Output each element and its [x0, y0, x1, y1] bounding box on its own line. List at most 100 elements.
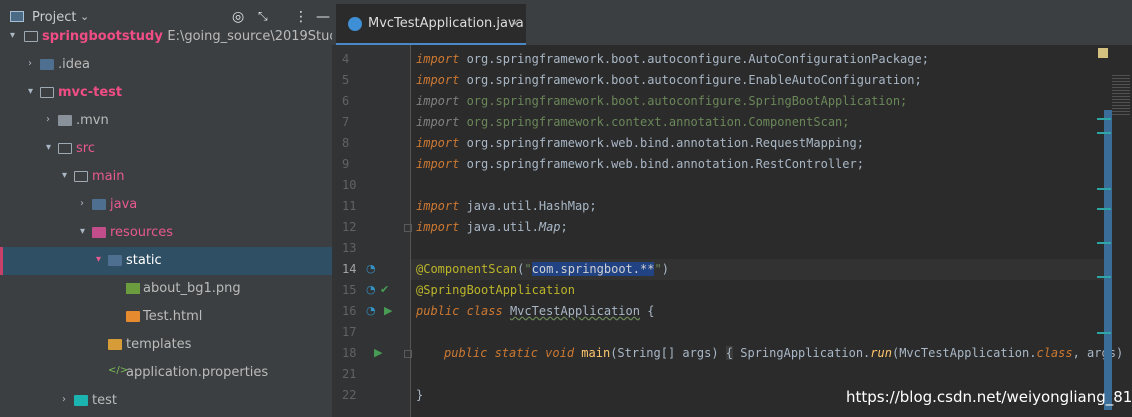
line-number: 8 [342, 136, 350, 150]
keyword: public static void [444, 346, 575, 360]
chevron-down-icon[interactable]: ⌄ [80, 10, 89, 23]
fold-marker-icon[interactable] [404, 224, 412, 232]
code-line-8[interactable]: import org.springframework.web.bind.anno… [416, 136, 864, 150]
project-name: springbootstudy [42, 29, 163, 44]
spring-class-icon [348, 17, 362, 31]
folder-icon [92, 199, 106, 210]
tree-row-src[interactable]: ▾ src [0, 135, 332, 163]
tree-row-about-bg1[interactable]: about_bg1.png [0, 275, 332, 303]
code-line-14[interactable]: @ComponentScan("com.springboot.**") [416, 262, 669, 276]
folder-outline-icon [24, 31, 38, 42]
line-number: 4 [342, 52, 350, 66]
code-line-5[interactable]: import org.springframework.boot.autoconf… [416, 73, 922, 87]
expand-arrow-icon[interactable]: ▾ [62, 170, 67, 181]
spring-bean-icon[interactable]: ◔ [366, 304, 376, 317]
error-stripe-mark[interactable] [1097, 332, 1111, 334]
line-number: 9 [342, 157, 350, 171]
line-number: 7 [342, 115, 350, 129]
expand-arrow-icon[interactable]: ▾ [28, 86, 33, 97]
tree-row-idea[interactable]: › .idea [0, 51, 332, 79]
tree-row-application-properties[interactable]: </> application.properties [0, 359, 332, 387]
expand-arrow-icon[interactable]: ▾ [46, 142, 51, 153]
line-number: 5 [342, 73, 350, 87]
line-number: 11 [342, 199, 357, 213]
code-text: ) [661, 262, 669, 276]
spring-bean-icon[interactable]: ◔ [366, 283, 376, 296]
tree-row-mvn[interactable]: › .mvn [0, 107, 332, 135]
error-stripe-mark[interactable] [1097, 208, 1111, 210]
close-icon[interactable]: × [510, 16, 520, 30]
line-number: 18 [342, 346, 357, 360]
code-line-9[interactable]: import org.springframework.web.bind.anno… [416, 157, 864, 171]
tree-row-label: springbootstudy E:\going_source\2019Stud… [42, 29, 382, 44]
tree-row-label: main [92, 169, 125, 184]
expand-arrow-icon[interactable]: ▾ [96, 254, 101, 265]
line-number: 17 [342, 325, 357, 339]
tree-row-test[interactable]: › test [0, 387, 332, 415]
code-line-4[interactable]: import org.springframework.boot.autoconf… [416, 52, 929, 66]
project-panel: Project ⌄ ◎ ⤡ ⋮ — ▾ springbootstudy E:\g… [0, 0, 382, 417]
code-line-21[interactable]: } [416, 388, 423, 402]
keyword: import [416, 199, 460, 213]
code-text: Map [538, 220, 561, 234]
tree-row-test-html[interactable]: Test.html [0, 303, 332, 331]
expand-arrow-icon[interactable]: › [62, 394, 66, 405]
code-text: org.springframework.boot.autoconfigure.S… [459, 94, 908, 108]
keyword: public class [416, 304, 503, 318]
code-line-15[interactable]: @SpringBootApplication [416, 283, 575, 297]
line-number: 16 [342, 304, 357, 318]
editor-tab-bar: MvcTestApplication.java × [332, 0, 1132, 45]
vertical-scrollbar[interactable] [1104, 110, 1112, 410]
run-icon[interactable]: ▶ [384, 304, 392, 317]
tree-row-mvc-test[interactable]: ▾ mvc-test [0, 79, 332, 107]
code-line-11[interactable]: import java.util.HashMap; [416, 199, 597, 213]
line-number: 14 [342, 262, 357, 276]
code-line-6[interactable]: import org.springframework.boot.autoconf… [416, 94, 907, 108]
expand-arrow-icon[interactable]: › [46, 114, 50, 125]
expand-arrow-icon[interactable]: › [28, 58, 32, 69]
watermark-text: https://blog.csdn.net/weiyongliang_813 [846, 388, 1132, 406]
inspection-status-icon[interactable] [1098, 48, 1108, 58]
line-number: 21 [342, 367, 357, 381]
folder-icon [92, 227, 106, 238]
line-number: 15 [342, 283, 357, 297]
tree-row-resources[interactable]: ▾ resources [0, 219, 332, 247]
code-text: java.util.HashMap; [459, 199, 597, 213]
code-line-16[interactable]: public class MvcTestApplication { [416, 304, 654, 318]
tree-row-springbootstudy[interactable]: ▾ springbootstudy E:\going_source\2019St… [0, 23, 382, 51]
collapse-all-icon[interactable]: ⤡ [258, 9, 268, 24]
folder-icon [40, 59, 54, 70]
error-stripe-mark[interactable] [1097, 132, 1111, 134]
tree-row-label: static [126, 253, 162, 268]
code-line-18[interactable]: public static void main(String[] args) {… [444, 346, 1123, 360]
tab-label: MvcTestApplication.java [368, 16, 524, 31]
tree-row-label: templates [126, 337, 192, 352]
spring-boot-icon[interactable]: ✔ [380, 283, 389, 296]
error-stripe-mark[interactable] [1097, 276, 1111, 278]
error-stripe-mark[interactable] [1097, 188, 1111, 190]
spring-bean-icon[interactable]: ◔ [366, 262, 376, 275]
expand-arrow-icon[interactable]: ▾ [80, 226, 85, 237]
tree-row-main[interactable]: ▾ main [0, 163, 332, 191]
keyword: import [416, 220, 460, 234]
tree-row-templates[interactable]: templates [0, 331, 332, 359]
error-stripe-mark[interactable] [1097, 242, 1111, 244]
expand-arrow-icon[interactable]: ▾ [10, 30, 15, 41]
fold-marker-icon[interactable] [404, 350, 412, 358]
code-line-7[interactable]: import org.springframework.context.annot… [416, 115, 850, 129]
code-text: org.springframework.boot.autoconfigure.E… [459, 73, 922, 87]
error-stripe-mark[interactable] [1097, 118, 1111, 120]
expand-arrow-icon[interactable]: › [80, 198, 84, 209]
string-literal: com.springboot.** [531, 262, 655, 276]
tree-row-static[interactable]: ▾ static [0, 247, 332, 275]
code-line-12[interactable]: import java.util.Map; [416, 220, 568, 234]
code-text: org.springframework.context.annotation.C… [459, 115, 850, 129]
tree-row-label: test [92, 393, 117, 408]
class-name: MvcTestApplication [509, 304, 640, 318]
tree-row-java[interactable]: › java [0, 191, 332, 219]
tab-mvc-test-application[interactable]: MvcTestApplication.java × [336, 4, 526, 45]
run-icon[interactable]: ▶ [374, 346, 382, 359]
tree-row-label: application.properties [126, 365, 269, 380]
method-name: run [870, 346, 892, 360]
